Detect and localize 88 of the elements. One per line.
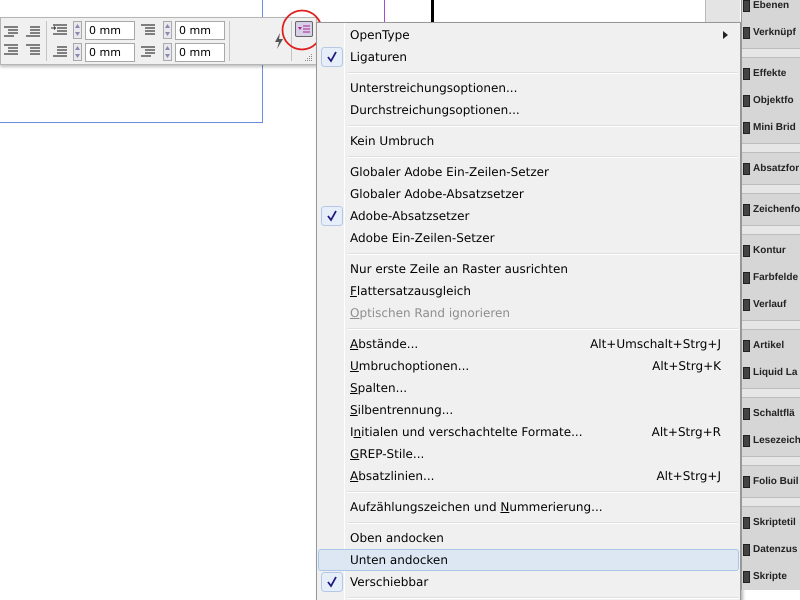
- menu-item[interactable]: Ligaturen: [318, 46, 739, 68]
- menu-item[interactable]: Verschiebbar: [318, 571, 739, 593]
- spinner-icon[interactable]: [163, 21, 172, 39]
- panel-icon: [743, 162, 750, 174]
- menu-item[interactable]: GREP-Stile...: [318, 443, 739, 465]
- panel-tab[interactable]: Kontur: [742, 237, 800, 264]
- panel-tab[interactable]: Effekte: [742, 60, 800, 87]
- panel-grip[interactable]: [742, 143, 800, 153]
- lightning-icon[interactable]: [273, 33, 285, 49]
- menu-item[interactable]: Silbentrennung...: [318, 399, 739, 421]
- menu-item[interactable]: Initialen und verschachtelte Formate... Alt+Strg+R: [318, 421, 739, 443]
- menu-item[interactable]: Globaler Adobe-Absatzsetzer: [318, 183, 739, 205]
- panel-icon: [743, 408, 750, 420]
- menu-item[interactable]: Umbruchoptionen... Alt+Strg+K: [318, 355, 739, 377]
- panel-icon: [743, 94, 750, 106]
- menu-item[interactable]: Absatzlinien... Alt+Strg+J: [318, 465, 739, 487]
- panel-icon: [743, 570, 750, 582]
- align-center-icon[interactable]: [2, 25, 20, 39]
- shortcut-text: Alt+Strg+J: [656, 468, 722, 485]
- panel-icon: [743, 122, 750, 134]
- menu-item[interactable]: Globaler Adobe Ein-Zeilen-Setzer: [318, 161, 739, 183]
- menu-item[interactable]: Unten andocken: [318, 549, 739, 571]
- first-line-indent-icon[interactable]: [51, 45, 69, 59]
- menu-item[interactable]: Flattersatzausgleich: [318, 280, 739, 302]
- panel-icon: [743, 0, 750, 12]
- panel-tab[interactable]: Skriptetil: [742, 509, 800, 536]
- panel-icon: [743, 476, 750, 488]
- right-indent-icon[interactable]: [139, 23, 157, 37]
- panel-tab[interactable]: Verknüpf: [742, 19, 800, 46]
- panel-tab[interactable]: Lesezeich: [742, 427, 800, 454]
- menu-item[interactable]: Nur erste Zeile an Raster ausrichten: [318, 258, 739, 280]
- panel-tab[interactable]: Ebenen: [742, 0, 800, 19]
- panel-icon: [743, 434, 750, 446]
- menu-item[interactable]: Oben andocken: [318, 527, 739, 549]
- input-field[interactable]: 0 mm: [175, 42, 225, 62]
- shortcut-text: Alt+Umschalt+Strg+J: [590, 336, 722, 353]
- panel-tab[interactable]: Datenzus: [742, 536, 800, 563]
- panel-grip[interactable]: [742, 320, 800, 330]
- panel-tab[interactable]: Schaltflä: [742, 400, 800, 427]
- panel-tab[interactable]: Artikel: [742, 332, 800, 359]
- input-field[interactable]: 0 mm: [85, 20, 135, 40]
- menu-item[interactable]: Spalten...: [318, 377, 739, 399]
- menu-item[interactable]: Abstände... Alt+Umschalt+Strg+J: [318, 333, 739, 355]
- panel-grip[interactable]: [742, 48, 800, 58]
- justify-icon[interactable]: [2, 43, 20, 57]
- panel-icon: [743, 340, 750, 352]
- menu-item[interactable]: Aufzählungszeichen und Nummerierung...: [318, 496, 739, 518]
- menu-icon: [298, 25, 310, 33]
- panel-icon: [743, 204, 750, 216]
- spinner-icon[interactable]: [163, 43, 172, 61]
- panel-icon: [743, 298, 750, 310]
- panel-grip[interactable]: [742, 497, 800, 507]
- panel-icon: [743, 516, 750, 528]
- submenu-arrow-icon: [723, 31, 728, 39]
- input-field[interactable]: 0 mm: [85, 42, 135, 62]
- panel-tab[interactable]: Liquid La: [742, 359, 800, 386]
- panel-tab[interactable]: Objektfo: [742, 87, 800, 114]
- menu-item[interactable]: Adobe-Absatzsetzer: [318, 205, 739, 227]
- panel-tab[interactable]: Folio Buil: [742, 468, 800, 495]
- panel-tab[interactable]: Absatzfor: [742, 155, 800, 182]
- menu-item[interactable]: Unterstreichungsoptionen...: [318, 77, 739, 99]
- menu-item[interactable]: Adobe Ein-Zeilen-Setzer: [318, 227, 739, 249]
- panel-tab[interactable]: Zeichenfo: [742, 196, 800, 223]
- last-line-indent-icon[interactable]: [139, 45, 157, 59]
- justify-right-icon[interactable]: [24, 43, 42, 57]
- panel-tab[interactable]: Skripte: [742, 563, 800, 590]
- shortcut-text: Alt+Strg+K: [652, 358, 722, 375]
- panel-tab[interactable]: Farbfelde: [742, 264, 800, 291]
- input-field[interactable]: 0 mm: [175, 20, 225, 40]
- shortcut-text: Alt+Strg+R: [652, 424, 722, 441]
- panel-grip[interactable]: [742, 388, 800, 398]
- panel-grip[interactable]: [742, 225, 800, 235]
- panel-menu-button[interactable]: [295, 21, 313, 37]
- menu-item[interactable]: Kein Umbruch: [318, 130, 739, 152]
- panel-icon: [743, 366, 750, 378]
- align-right-icon[interactable]: [24, 25, 42, 39]
- panel-tab[interactable]: Verlauf: [742, 291, 800, 318]
- left-indent-icon[interactable]: [51, 23, 69, 37]
- panel-icon: [743, 68, 750, 80]
- panel-icon: [743, 544, 750, 556]
- panel-tab[interactable]: Mini Brid: [742, 114, 800, 141]
- panel-icon: [743, 272, 750, 284]
- panel-grip[interactable]: [742, 456, 800, 466]
- menu-item[interactable]: Durchstreichungsoptionen...: [318, 99, 739, 121]
- menu-item[interactable]: OpenType: [318, 24, 739, 46]
- panel-grip[interactable]: [742, 184, 800, 194]
- panel-icon: [743, 26, 750, 38]
- panel-icon: [743, 244, 750, 256]
